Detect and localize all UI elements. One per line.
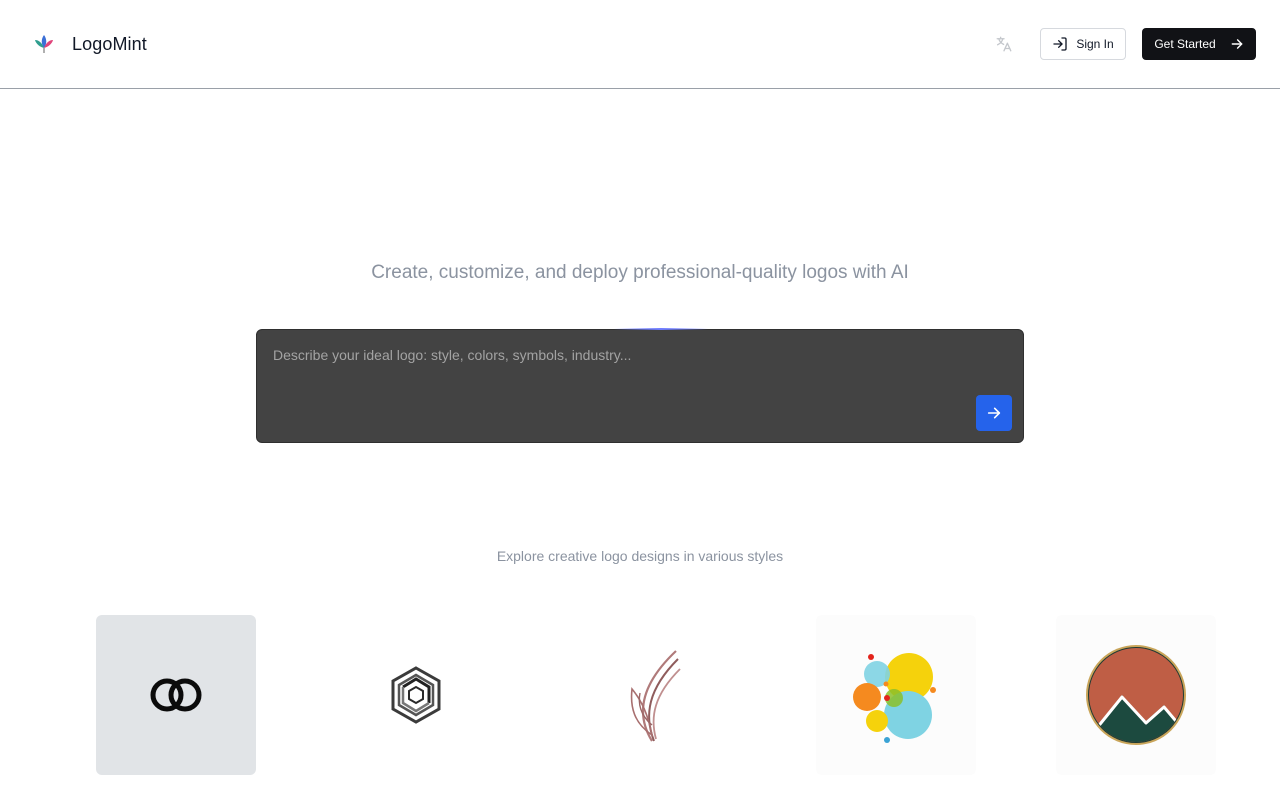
hero-tagline: Create, customize, and deploy profession… [371, 262, 909, 283]
login-arrow-icon [1053, 37, 1067, 51]
generate-submit-button[interactable] [976, 395, 1012, 431]
sign-in-label: Sign In [1076, 37, 1114, 51]
lotus-leaf-logo-icon [35, 35, 53, 53]
hexagon-cube-logo-icon [391, 666, 441, 724]
arrow-right-icon [1231, 39, 1243, 49]
logo-prompt-box [256, 329, 1024, 443]
translate-icon [996, 36, 1012, 52]
gallery-item-mountain-circle[interactable] [1056, 615, 1216, 775]
brand-home-link[interactable]: LogoMint [32, 28, 147, 60]
get-started-label: Get Started [1154, 37, 1216, 51]
mountain-circle-logo-icon [1086, 645, 1186, 745]
prompt-focus-glow [614, 328, 708, 330]
sign-in-button[interactable]: Sign In [1040, 28, 1126, 60]
brand-name: LogoMint [72, 33, 147, 54]
feather-leaf-logo-icon [630, 650, 681, 742]
colorful-bubbles-logo-icon [853, 653, 936, 743]
gallery-item-feather-leaf[interactable] [576, 615, 736, 775]
language-switcher[interactable] [992, 32, 1016, 56]
gallery-item-colorful-bubbles[interactable] [816, 615, 976, 775]
get-started-button[interactable]: Get Started [1142, 28, 1256, 60]
gallery-heading: Explore creative logo designs in various… [496, 548, 784, 564]
gallery-item-interlocking-rings[interactable] [96, 615, 256, 775]
interlocking-rings-logo-icon [150, 678, 202, 712]
top-navigation-bar: LogoMint Sign In Get Started [0, 0, 1280, 89]
gallery-item-hexagon-cube[interactable] [336, 615, 496, 775]
logo-description-input[interactable] [257, 330, 957, 442]
arrow-right-icon [987, 407, 1001, 419]
